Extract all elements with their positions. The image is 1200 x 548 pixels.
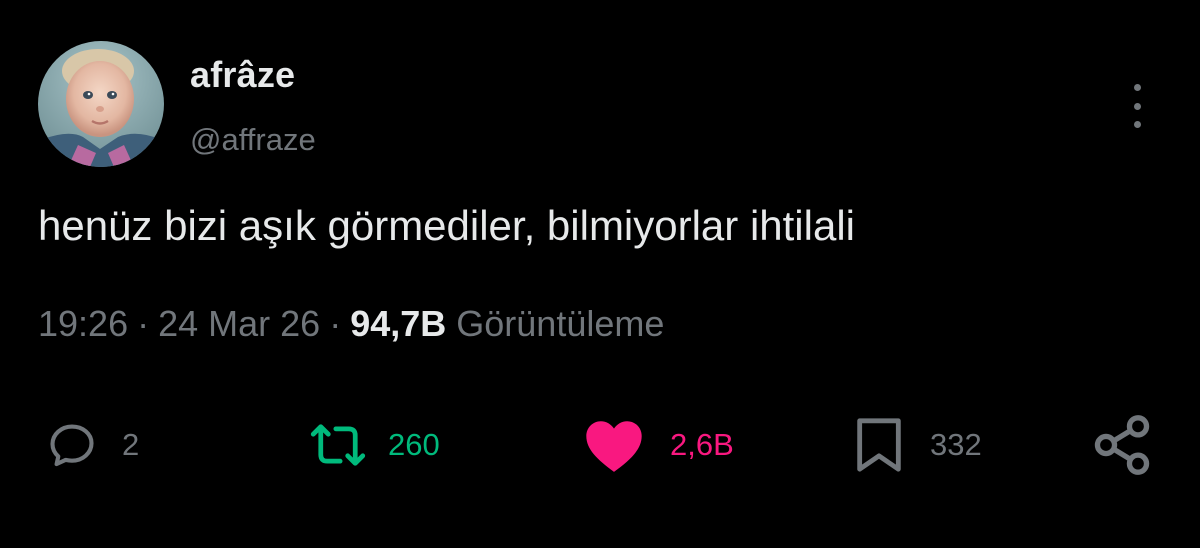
reply-button[interactable]: 2: [46, 410, 139, 480]
more-dot: [1133, 102, 1141, 110]
reply-count: 2: [122, 427, 140, 462]
retweet-button[interactable]: 260: [310, 410, 440, 480]
heart-icon: [586, 421, 642, 472]
tweet-meta: 19:26 · 24 Mar 26 · 94,7B Görüntüleme: [38, 303, 664, 345]
avatar-image: [38, 41, 164, 167]
like-button[interactable]: 2,6B: [582, 410, 734, 480]
tweet-date[interactable]: 24 Mar 26: [158, 303, 320, 345]
more-dot: [1133, 121, 1141, 128]
views-count[interactable]: 94,7B: [350, 303, 446, 345]
like-count: 2,6B: [670, 427, 734, 462]
action-bar: 2 260 2,6B 332: [0, 410, 1200, 480]
meta-separator: ·: [329, 303, 342, 344]
bookmark-button[interactable]: 332: [852, 410, 982, 480]
share-button[interactable]: [1090, 410, 1154, 480]
more-dot: [1133, 84, 1141, 91]
retweet-count: 260: [388, 427, 440, 462]
meta-separator: ·: [137, 303, 150, 344]
display-name[interactable]: afrâze: [190, 54, 295, 96]
tweet-card: afrâze @affraze henüz bizi aşık görmedil…: [0, 0, 1200, 548]
bookmark-count: 332: [930, 427, 982, 462]
avatar[interactable]: [38, 41, 164, 167]
retweet-icon: [310, 424, 366, 466]
user-handle[interactable]: @affraze: [190, 122, 316, 158]
tweet-text: henüz bizi aşık görmediler, bilmiyorlar …: [38, 202, 855, 249]
tweet-time[interactable]: 19:26: [38, 303, 128, 345]
reply-icon: [50, 424, 94, 467]
share-icon: [1094, 415, 1150, 475]
views-label: Görüntüleme: [456, 303, 665, 344]
more-vertical-icon[interactable]: [1122, 84, 1152, 128]
bookmark-icon: [857, 418, 901, 472]
